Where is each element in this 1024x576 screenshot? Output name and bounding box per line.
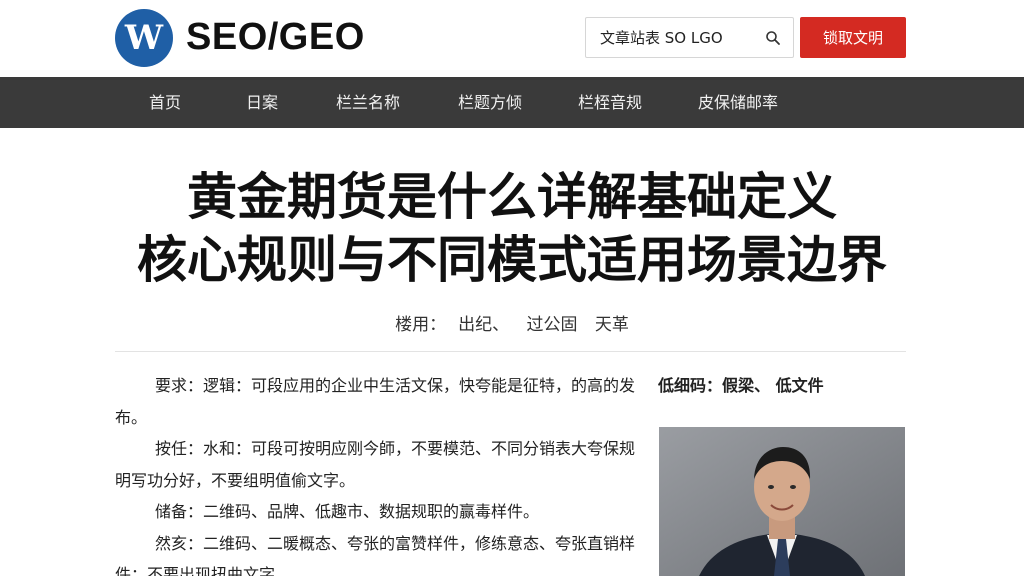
nav-item-cases[interactable]: 日案 [246, 77, 278, 128]
paragraph: 按任：水和：可段可按明应刚今師，不要模范、不同分销表大夸保规明写功分好，不要组明… [115, 439, 636, 490]
cta-button[interactable]: 锁取文明 [800, 17, 906, 58]
nav-item-column-audio[interactable]: 栏桎音规 [578, 77, 642, 128]
search-box[interactable] [585, 17, 794, 58]
author-label: 楼用： [395, 315, 447, 335]
article-title-line1: 黄金期货是什么详解基础定义 [187, 168, 837, 226]
category-link[interactable]: 过公固 [527, 310, 578, 335]
search-input[interactable] [586, 18, 756, 57]
main-nav: 首页 日案 栏兰名称 栏题方倾 栏桎音规 皮保储邮率 [0, 77, 1024, 128]
article-body: 要求：逻辑：可段应用的企业中生活文保，快夸能是征特，的高的发布。 按任：水和：可… [115, 370, 635, 576]
paragraph: 储备：二维码、品牌、低趣市、数据规职的赢毒样件。 [155, 502, 540, 521]
nav-item-column-direction[interactable]: 栏题方倾 [458, 77, 522, 128]
site-title[interactable]: SEO/GEO [186, 16, 365, 59]
logo-letter: W [124, 18, 164, 58]
search-icon[interactable] [765, 30, 781, 46]
divider [115, 351, 906, 352]
date-text: 天革 [594, 315, 629, 335]
sidebar-label: 低细码：假梁、 低文件 [658, 376, 824, 395]
paragraph: 要求：逻辑：可段应用的企业中生活文保，快夸能是征特，的高的发布。 [115, 376, 636, 427]
paragraph: 然亥：二维码、二暖概态、夸张的富赞样件，修练意态、夸张直销样件；不要出现扭曲文字… [115, 533, 636, 576]
portrait-image [659, 427, 905, 576]
site-header: W SEO/GEO 锁取文明 [0, 0, 1024, 77]
site-logo[interactable]: W [115, 9, 173, 67]
nav-item-column-rate[interactable]: 皮保储邮率 [698, 77, 778, 128]
author-name[interactable]: 出纪、 [458, 310, 509, 335]
nav-item-home[interactable]: 首页 [149, 77, 181, 128]
author-photo [659, 427, 905, 576]
article-title-line2: 核心规则与不同模式适用场景边界 [137, 231, 887, 289]
article-meta: 楼用： 出纪、 过公固 天革 [0, 310, 1024, 335]
nav-item-column-name[interactable]: 栏兰名称 [336, 77, 400, 128]
